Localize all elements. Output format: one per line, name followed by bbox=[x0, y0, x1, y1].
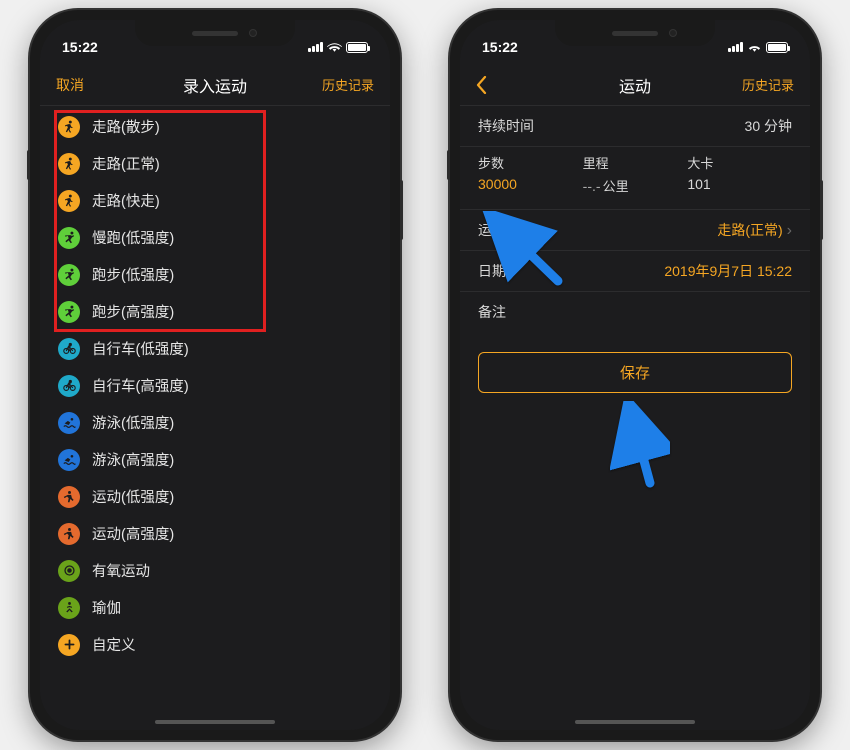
walk-icon bbox=[58, 153, 80, 175]
duration-value: 30 分钟 bbox=[745, 116, 792, 136]
exercise-type-label: 运动(高强度) bbox=[92, 523, 174, 544]
distance-cell[interactable]: 里程 --.-公里 bbox=[583, 153, 688, 195]
notch bbox=[135, 20, 295, 46]
type-value: 走路(正常) bbox=[717, 222, 782, 238]
distance-label: 里程 bbox=[583, 153, 688, 172]
home-indicator[interactable] bbox=[575, 720, 695, 724]
exercise-type-item[interactable]: 跑步(高强度) bbox=[40, 293, 390, 330]
phone-frame-left: 15:22 取消 录入运动 历史记录 走路(散步) 走路(正常) 走路(快走) 慢跑(… bbox=[30, 10, 400, 740]
run-icon bbox=[58, 227, 80, 249]
exercise-type-label: 自行车(低强度) bbox=[92, 338, 189, 359]
home-indicator[interactable] bbox=[155, 720, 275, 724]
phone-frame-right: 15:22 运动 历史记录 持续时间 30 分钟 步数 bbox=[450, 10, 820, 740]
exercise-type-item[interactable]: 瑜伽 bbox=[40, 589, 390, 626]
type-label: 运动类型 bbox=[478, 220, 534, 240]
screen-right: 15:22 运动 历史记录 持续时间 30 分钟 步数 bbox=[460, 20, 810, 730]
exercise-icon bbox=[58, 486, 80, 508]
date-row[interactable]: 日期 2019年9月7日 15:22 bbox=[460, 251, 810, 292]
bike-icon bbox=[58, 375, 80, 397]
run-icon bbox=[58, 264, 80, 286]
exercise-type-label: 自定义 bbox=[92, 634, 136, 655]
exercise-type-label: 游泳(低强度) bbox=[92, 412, 174, 433]
exercise-type-item[interactable]: 有氧运动 bbox=[40, 552, 390, 589]
plus-icon bbox=[58, 634, 80, 656]
walk-icon bbox=[58, 190, 80, 212]
page-title: 运动 bbox=[619, 73, 651, 97]
exercise-type-item[interactable]: 自行车(高强度) bbox=[40, 367, 390, 404]
exercise-type-item[interactable]: 自行车(低强度) bbox=[40, 330, 390, 367]
exercise-type-label: 游泳(高强度) bbox=[92, 449, 174, 470]
duration-row[interactable]: 持续时间 30 分钟 bbox=[460, 106, 810, 147]
exercise-type-item[interactable]: 运动(低强度) bbox=[40, 478, 390, 515]
exercise-type-item[interactable]: 走路(快走) bbox=[40, 182, 390, 219]
exercise-type-label: 慢跑(低强度) bbox=[92, 227, 174, 248]
exercise-form: 持续时间 30 分钟 步数 30000 里程 --.-公里 大卡 101 运动类… bbox=[460, 106, 810, 706]
note-row[interactable]: 备注 bbox=[460, 292, 810, 332]
cancel-button[interactable]: 取消 bbox=[56, 75, 116, 95]
chevron-right-icon: › bbox=[787, 222, 792, 239]
date-value: 2019年9月7日 15:22 bbox=[664, 261, 792, 281]
duration-label: 持续时间 bbox=[478, 116, 534, 136]
exercise-type-label: 跑步(高强度) bbox=[92, 301, 174, 322]
date-label: 日期 bbox=[478, 261, 506, 281]
note-label: 备注 bbox=[478, 302, 506, 322]
exercise-type-item[interactable]: 运动(高强度) bbox=[40, 515, 390, 552]
screen-left: 15:22 取消 录入运动 历史记录 走路(散步) 走路(正常) 走路(快走) 慢跑(… bbox=[40, 20, 390, 730]
run-icon bbox=[58, 301, 80, 323]
history-button[interactable]: 历史记录 bbox=[734, 75, 794, 94]
exercise-type-item[interactable]: 自定义 bbox=[40, 626, 390, 663]
page-title: 录入运动 bbox=[183, 73, 247, 97]
stats-row: 步数 30000 里程 --.-公里 大卡 101 bbox=[460, 147, 810, 210]
exercise-type-item[interactable]: 跑步(低强度) bbox=[40, 256, 390, 293]
steps-label: 步数 bbox=[478, 153, 583, 172]
exercise-type-item[interactable]: 游泳(高强度) bbox=[40, 441, 390, 478]
history-button[interactable]: 历史记录 bbox=[314, 75, 374, 94]
exercise-type-item[interactable]: 走路(散步) bbox=[40, 108, 390, 145]
annotation-arrow-save bbox=[610, 401, 670, 496]
calories-cell[interactable]: 大卡 101 bbox=[687, 153, 792, 195]
calories-value: 101 bbox=[687, 176, 792, 192]
exercise-icon bbox=[58, 523, 80, 545]
exercise-type-label: 有氧运动 bbox=[92, 560, 150, 581]
exercise-type-label: 走路(正常) bbox=[92, 153, 160, 174]
exercise-type-label: 跑步(低强度) bbox=[92, 264, 174, 285]
notch bbox=[555, 20, 715, 46]
exercise-type-label: 走路(散步) bbox=[92, 116, 160, 137]
save-button[interactable]: 保存 bbox=[478, 352, 792, 393]
exercise-type-label: 自行车(高强度) bbox=[92, 375, 189, 396]
steps-cell[interactable]: 步数 30000 bbox=[478, 153, 583, 195]
battery-icon bbox=[766, 42, 788, 53]
navbar-left: 取消 录入运动 历史记录 bbox=[40, 64, 390, 106]
exercise-type-item[interactable]: 走路(正常) bbox=[40, 145, 390, 182]
statusbar-time: 15:22 bbox=[482, 39, 518, 55]
exercise-type-label: 瑜伽 bbox=[92, 597, 121, 618]
signal-icon bbox=[308, 42, 323, 52]
battery-icon bbox=[346, 42, 368, 53]
signal-icon bbox=[728, 42, 743, 52]
wifi-icon bbox=[327, 41, 342, 53]
exercise-type-item[interactable]: 慢跑(低强度) bbox=[40, 219, 390, 256]
swim-icon bbox=[58, 449, 80, 471]
statusbar-time: 15:22 bbox=[62, 39, 98, 55]
distance-value: --.-公里 bbox=[583, 176, 688, 195]
target-icon bbox=[58, 560, 80, 582]
statusbar-icons bbox=[308, 41, 368, 53]
walk-icon bbox=[58, 116, 80, 138]
navbar-right: 运动 历史记录 bbox=[460, 64, 810, 106]
swim-icon bbox=[58, 412, 80, 434]
bike-icon bbox=[58, 338, 80, 360]
exercise-type-list[interactable]: 走路(散步) 走路(正常) 走路(快走) 慢跑(低强度) 跑步(低强度) 跑步(高强度) 自… bbox=[40, 106, 390, 706]
statusbar-icons bbox=[728, 41, 788, 53]
exercise-type-label: 走路(快走) bbox=[92, 190, 160, 211]
exercise-type-item[interactable]: 游泳(低强度) bbox=[40, 404, 390, 441]
calories-label: 大卡 bbox=[687, 153, 792, 172]
back-button[interactable] bbox=[476, 75, 536, 93]
steps-value: 30000 bbox=[478, 176, 583, 192]
wifi-icon bbox=[747, 41, 762, 53]
type-row[interactable]: 运动类型 走路(正常) › bbox=[460, 210, 810, 251]
exercise-type-label: 运动(低强度) bbox=[92, 486, 174, 507]
yoga-icon bbox=[58, 597, 80, 619]
